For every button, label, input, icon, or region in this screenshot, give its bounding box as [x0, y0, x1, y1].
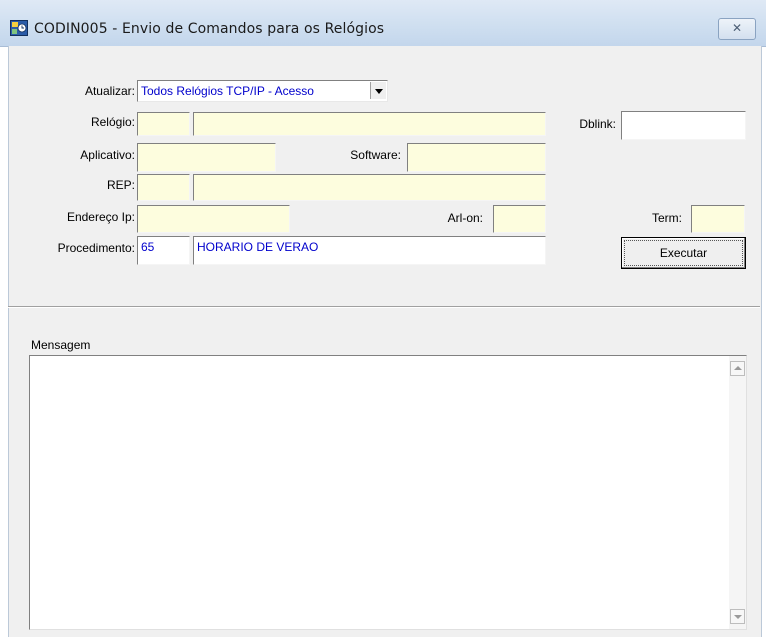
divider — [8, 306, 760, 308]
procedimento-name-field[interactable]: HORARIO DE VERAO — [193, 236, 546, 265]
term-field[interactable] — [691, 205, 745, 233]
close-icon: ✕ — [731, 21, 743, 35]
term-label: Term: — [652, 211, 682, 225]
procedimento-code-field[interactable]: 65 — [137, 236, 190, 265]
title-bar: CODIN005 - Envio de Comandos para os Rel… — [0, 0, 766, 47]
software-label: Software: — [350, 148, 401, 162]
rep-name-field[interactable] — [193, 174, 546, 201]
arlon-field[interactable] — [493, 205, 546, 233]
window-title: CODIN005 - Envio de Comandos para os Rel… — [34, 21, 385, 37]
endereco-ip-label: Endereço Ip: — [66, 210, 135, 224]
app-icon — [10, 20, 28, 36]
dblink-field[interactable] — [621, 111, 746, 140]
scroll-down-icon[interactable] — [730, 609, 745, 624]
arlon-label: Arl-on: — [447, 211, 483, 225]
atualizar-label: Atualizar: — [84, 84, 135, 98]
chevron-down-icon[interactable] — [370, 82, 386, 99]
rep-label: REP: — [106, 178, 135, 192]
scroll-up-icon[interactable] — [730, 361, 745, 376]
endereco-ip-field[interactable] — [137, 205, 290, 233]
relogio-label: Relógio: — [90, 115, 135, 129]
aplicativo-field[interactable] — [137, 143, 276, 172]
relogio-name-field[interactable] — [193, 112, 546, 136]
close-button[interactable]: ✕ — [718, 18, 756, 40]
dblink-label: Dblink: — [579, 117, 616, 131]
mensagem-scrollbar[interactable] — [729, 356, 746, 629]
software-field[interactable] — [407, 143, 546, 172]
executar-button[interactable]: Executar — [621, 237, 746, 269]
rep-code-field[interactable] — [137, 174, 190, 201]
aplicativo-label: Aplicativo: — [80, 148, 135, 162]
procedimento-label: Procedimento: — [57, 241, 135, 255]
mensagem-label: Mensagem — [31, 338, 91, 352]
atualizar-value: Todos Relógios TCP/IP - Acesso — [141, 84, 314, 98]
atualizar-dropdown[interactable]: Todos Relógios TCP/IP - Acesso — [137, 80, 388, 102]
relogio-code-field[interactable] — [137, 112, 190, 136]
mensagem-textarea[interactable] — [29, 355, 747, 630]
